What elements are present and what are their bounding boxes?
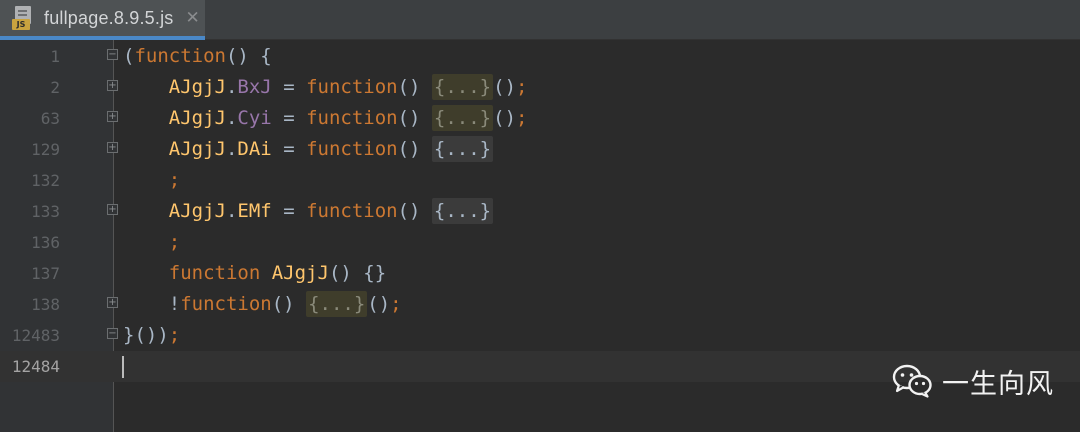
fold-expand-icon[interactable]: + xyxy=(107,297,118,308)
javascript-file-icon: JS xyxy=(12,6,34,30)
file-tab-title: fullpage.8.9.5.js xyxy=(44,7,174,28)
line-number: 132 xyxy=(31,171,60,190)
line-number: 136 xyxy=(31,233,60,252)
code-line: 133 + AJgjJ.EMf = function() {...} xyxy=(0,196,1080,227)
code-line: 138 + !function() {...} (); xyxy=(0,289,1080,320)
fold-collapse-icon[interactable]: − xyxy=(107,328,118,339)
watermark-text: 一生向风 xyxy=(942,368,1054,400)
code-line: 136 ; xyxy=(0,227,1080,258)
code-text: !function() {...} (); xyxy=(168,291,402,317)
line-number: 1 xyxy=(50,47,60,66)
watermark: 一生向风 xyxy=(892,361,1054,401)
code-text: AJgjJ.DAi = function() {...} xyxy=(168,136,494,162)
line-number: 2 xyxy=(50,78,60,97)
line-number: 133 xyxy=(31,202,60,221)
code-line: 132 ; xyxy=(0,165,1080,196)
text-caret xyxy=(122,356,124,378)
code-line: 63 + AJgjJ.Cyi = function() {...} (); xyxy=(0,103,1080,134)
folded-block[interactable]: {...} xyxy=(306,291,368,317)
code-line: 12483 − }()); xyxy=(0,320,1080,351)
code-line: 129 + AJgjJ.DAi = function() {...} xyxy=(0,134,1080,165)
fold-expand-icon[interactable]: + xyxy=(107,142,118,153)
file-tab[interactable]: JS fullpage.8.9.5.js ✕ xyxy=(0,0,205,40)
code-line: 137 function AJgjJ() {} xyxy=(0,258,1080,289)
fold-expand-icon[interactable]: + xyxy=(107,204,118,215)
code-text: (function() { xyxy=(123,45,272,67)
ide-window: JS fullpage.8.9.5.js ✕ 1 − (function() {… xyxy=(0,0,1080,432)
code-text: AJgjJ.Cyi = function() {...} (); xyxy=(168,105,528,131)
code-text: ; xyxy=(168,169,181,191)
line-number: 12483 xyxy=(11,326,60,345)
fold-collapse-icon[interactable]: − xyxy=(107,49,118,60)
line-number: 129 xyxy=(31,140,60,159)
close-tab-icon[interactable]: ✕ xyxy=(186,8,200,28)
folded-block[interactable]: {...} xyxy=(431,198,494,224)
fold-expand-icon[interactable]: + xyxy=(107,111,118,122)
editor-tab-bar: JS fullpage.8.9.5.js ✕ xyxy=(0,0,1080,40)
code-text: }()); xyxy=(123,324,181,346)
line-number: 138 xyxy=(31,295,60,314)
line-number: 63 xyxy=(40,109,60,128)
folded-block[interactable]: {...} xyxy=(431,74,494,100)
code-text: AJgjJ.EMf = function() {...} xyxy=(168,198,494,224)
wechat-icon xyxy=(892,364,932,398)
folded-block[interactable]: {...} xyxy=(431,105,494,131)
fold-expand-icon[interactable]: + xyxy=(107,80,118,91)
code-line: 2 + AJgjJ.BxJ = function() {...} (); xyxy=(0,72,1080,103)
code-text: function AJgjJ() {} xyxy=(168,262,387,284)
code-text: ; xyxy=(168,231,181,253)
folded-block[interactable]: {...} xyxy=(431,136,494,162)
code-line: 1 − (function() { xyxy=(0,41,1080,72)
line-number: 12484 xyxy=(11,357,60,376)
line-number: 137 xyxy=(31,264,60,283)
code-text: AJgjJ.BxJ = function() {...} (); xyxy=(168,74,528,100)
